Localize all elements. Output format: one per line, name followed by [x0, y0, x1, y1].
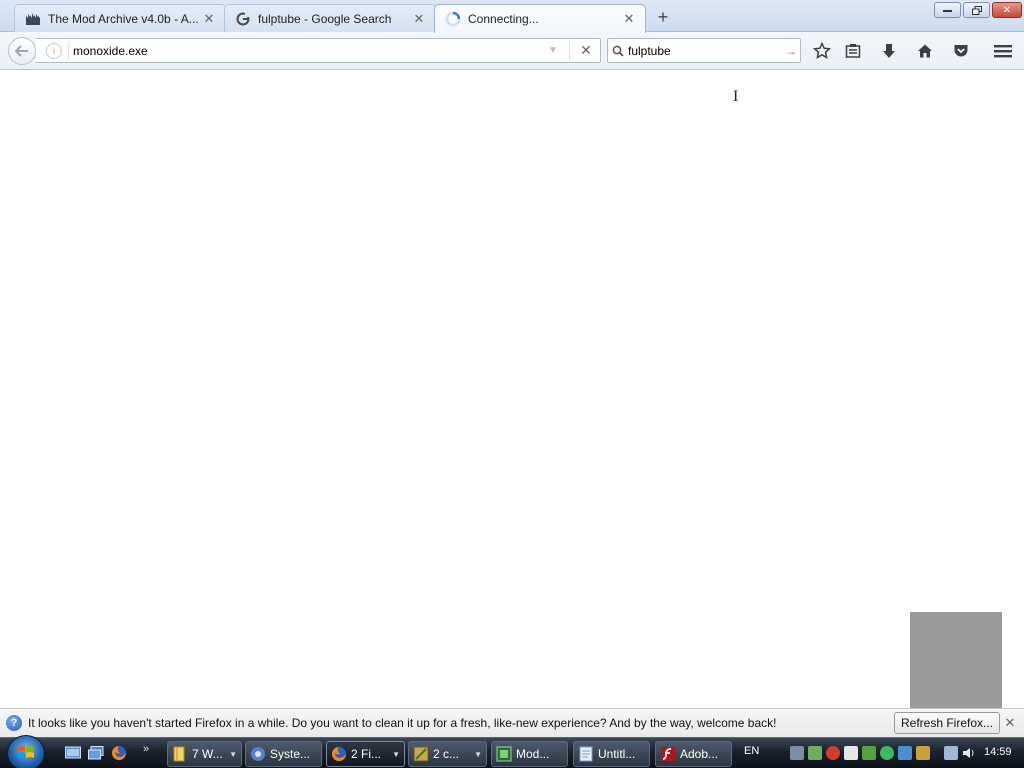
refresh-firefox-button[interactable]: Refresh Firefox... [894, 712, 1001, 734]
question-icon: ? [6, 715, 22, 731]
back-button[interactable] [8, 37, 36, 65]
close-tab-icon[interactable]: ✕ [201, 11, 217, 27]
tab-label: fulptube - Google Search [258, 11, 392, 26]
taskbar-item-windows-explorer[interactable]: 7 W... ▼ [167, 741, 242, 767]
stop-loading-button[interactable]: ✕ [576, 42, 596, 59]
taskbar-item-notepad[interactable]: Untitl... [573, 741, 650, 767]
app-icon [413, 746, 429, 762]
tab-google-search[interactable]: fulptube - Google Search ✕ [224, 4, 436, 32]
site-info-icon[interactable]: i [46, 42, 62, 59]
home-icon[interactable] [914, 40, 936, 62]
tab-connecting[interactable]: Connecting... ✕ [434, 4, 646, 33]
tray-sync-icon[interactable] [898, 746, 912, 760]
tray-app-icon[interactable] [808, 746, 822, 760]
window-controls: ✕ [934, 2, 1022, 18]
minimize-button[interactable] [934, 2, 961, 18]
tray-user-icon[interactable] [880, 746, 894, 760]
clock[interactable]: 14:59 [984, 746, 1012, 758]
tray-document-icon[interactable] [844, 746, 858, 760]
notification-message: It looks like you haven't started Firefo… [28, 716, 777, 730]
url-bar[interactable]: i ▼ ✕ [36, 38, 601, 63]
search-icon [608, 45, 628, 57]
adobe-flash-icon [661, 747, 675, 761]
show-desktop-icon[interactable] [64, 744, 82, 762]
loading-spinner-icon [445, 11, 461, 27]
tray-security-icon[interactable] [862, 746, 876, 760]
downloads-icon[interactable] [878, 40, 900, 62]
firefox-icon [332, 747, 346, 761]
tab-mod-archive[interactable]: The Mod Archive v4.0b - A... ✕ [14, 4, 226, 32]
quicklaunch-more-icon[interactable]: » [143, 743, 149, 755]
tab-strip: The Mod Archive v4.0b - A... ✕ fulptube … [0, 0, 1024, 33]
close-notification-icon[interactable]: ✕ [1002, 715, 1018, 731]
start-button[interactable] [7, 735, 45, 768]
taskbar-item-app[interactable]: 2 c... ▼ [408, 741, 487, 767]
hamster-mascot-image [910, 612, 1002, 708]
modplug-icon [496, 746, 512, 762]
google-icon [235, 11, 251, 27]
bookmark-star-icon[interactable] [811, 40, 833, 62]
search-go-icon[interactable]: → [782, 44, 800, 58]
pocket-icon[interactable] [950, 40, 972, 62]
page-content[interactable] [0, 71, 1024, 708]
tray-network-icon[interactable] [790, 746, 804, 760]
close-window-button[interactable]: ✕ [992, 2, 1022, 18]
tray-monitor-icon[interactable] [944, 746, 958, 760]
reading-list-icon[interactable] [842, 40, 864, 62]
switch-windows-icon[interactable] [87, 744, 105, 762]
taskbar: » 7 W... ▼ Syste... 2 Fi... ▼ 2 c... ▼ M… [0, 735, 1024, 768]
menu-icon[interactable] [992, 40, 1014, 62]
new-tab-button[interactable]: + [652, 6, 674, 28]
notification-bar: ? It looks like you haven't started Fire… [0, 708, 1024, 737]
language-indicator[interactable]: EN [744, 745, 759, 757]
tab-label: The Mod Archive v4.0b - A... [48, 11, 199, 26]
tab-label: Connecting... [468, 12, 539, 26]
windows-logo-icon [18, 746, 34, 758]
restore-button[interactable] [963, 2, 990, 18]
system-icon [251, 747, 265, 761]
back-arrow-icon [15, 45, 28, 57]
taskbar-item-firefox[interactable]: 2 Fi... ▼ [326, 741, 405, 767]
taskbar-item-modplug[interactable]: Mod... [491, 741, 568, 767]
url-input[interactable] [73, 43, 543, 58]
url-dropdown-icon[interactable]: ▼ [543, 45, 563, 56]
navigation-toolbar: i ▼ ✕ → [0, 32, 1024, 70]
text-cursor-icon: I [733, 88, 739, 105]
mod-archive-icon [25, 11, 41, 27]
folder-icon [173, 746, 185, 762]
firefox-quicklaunch-icon[interactable] [110, 744, 128, 762]
taskbar-item-system[interactable]: Syste... [245, 741, 322, 767]
taskbar-item-adobe-flash[interactable]: Adob... [655, 741, 732, 767]
tray-shield-icon[interactable] [916, 746, 930, 760]
search-input[interactable] [628, 43, 782, 58]
close-tab-icon[interactable]: ✕ [621, 11, 637, 27]
tray-error-icon[interactable] [826, 746, 840, 760]
volume-icon[interactable] [962, 746, 976, 760]
close-tab-icon[interactable]: ✕ [411, 11, 427, 27]
notepad-icon [579, 746, 593, 762]
search-bar[interactable]: → [607, 38, 801, 63]
